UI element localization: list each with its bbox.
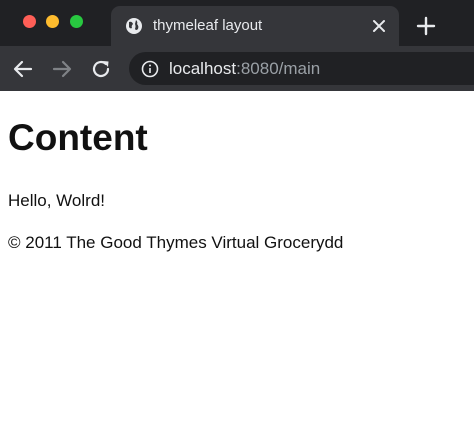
globe-icon — [126, 18, 142, 34]
footer-copyright: © 2011 The Good Thymes Virtual Grocerydd — [8, 233, 344, 252]
browser-toolbar: localhost:8080/main — [0, 46, 474, 91]
window-minimize-button[interactable] — [46, 15, 59, 28]
greeting-text: Hello, Wolrd! — [8, 191, 105, 210]
close-icon[interactable] — [371, 18, 387, 34]
window-zoom-button[interactable] — [70, 15, 83, 28]
page-content: Content Hello, Wolrd! © 2011 The Good Th… — [0, 91, 474, 430]
info-icon[interactable] — [141, 60, 159, 78]
arrow-left-icon[interactable] — [12, 58, 34, 80]
url-host: localhost — [169, 59, 237, 78]
url-path: :8080/main — [236, 59, 321, 78]
window-close-button[interactable] — [23, 15, 36, 28]
reload-icon[interactable] — [90, 58, 112, 80]
url-text[interactable]: localhost:8080/main — [169, 59, 320, 79]
tab-thymeleaf-layout[interactable]: thymeleaf layout — [111, 6, 399, 46]
browser-titlebar: thymeleaf layout — [0, 0, 474, 46]
arrow-right-icon[interactable] — [51, 58, 73, 80]
plus-icon[interactable] — [416, 16, 436, 36]
page-title: Content — [8, 117, 148, 158]
address-bar[interactable]: localhost:8080/main — [129, 52, 474, 85]
tab-title: thymeleaf layout — [153, 17, 263, 34]
